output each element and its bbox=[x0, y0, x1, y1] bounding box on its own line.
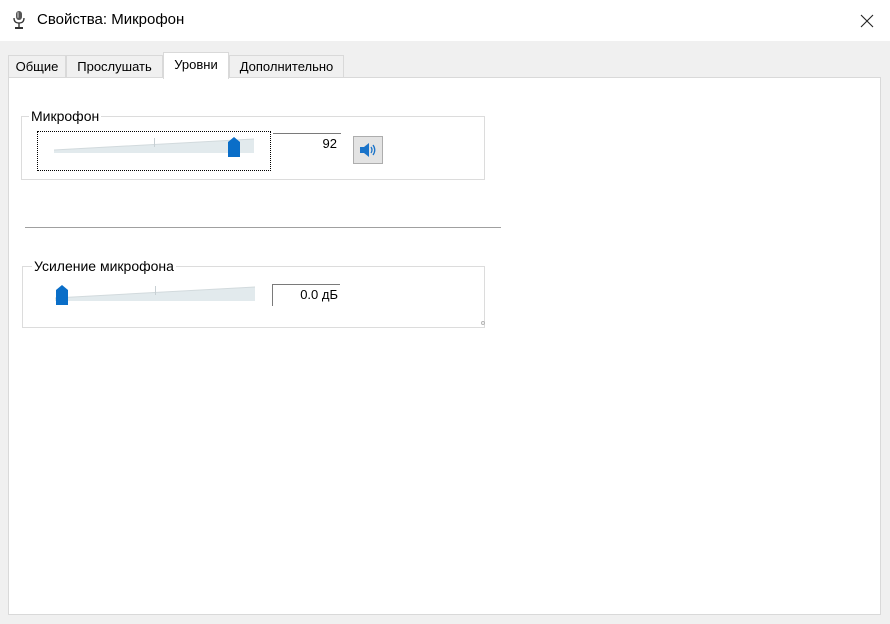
slider-thumb[interactable] bbox=[228, 137, 240, 157]
tab-levels[interactable]: Уровни bbox=[163, 52, 229, 79]
close-icon bbox=[860, 14, 874, 27]
microphone-volume-slider[interactable] bbox=[54, 135, 254, 159]
slider-thumb[interactable] bbox=[56, 285, 68, 305]
tab-label: Уровни bbox=[174, 57, 218, 72]
resize-grip bbox=[481, 321, 485, 325]
microphone-boost-text: 0.0 дБ bbox=[300, 287, 338, 302]
speaker-icon bbox=[360, 143, 376, 157]
slider-tick bbox=[154, 138, 155, 147]
microphone-group-label: Микрофон bbox=[29, 107, 102, 125]
tab-advanced[interactable]: Дополнительно bbox=[229, 55, 344, 77]
title-bar: Свойства: Микрофон bbox=[0, 0, 890, 41]
tab-label: Прослушать bbox=[77, 59, 152, 74]
microphone-group: Микрофон 92 bbox=[21, 107, 485, 180]
tab-general[interactable]: Общие bbox=[8, 55, 66, 77]
separator bbox=[25, 227, 501, 228]
tab-label: Общие bbox=[15, 59, 59, 74]
tab-listen[interactable]: Прослушать bbox=[66, 55, 163, 77]
window-title: Свойства: Микрофон bbox=[37, 11, 185, 28]
microphone-volume-text: 92 bbox=[322, 136, 337, 151]
boost-group: Усиление микрофона 0.0 дБ bbox=[22, 257, 485, 328]
levels-panel: Микрофон 92 Усиление микрофона 0.0 дБ bbox=[8, 77, 881, 615]
tab-label: Дополнительно bbox=[239, 59, 334, 74]
close-button[interactable] bbox=[844, 0, 890, 41]
microphone-icon bbox=[13, 11, 25, 29]
microphone-volume-value[interactable]: 92 bbox=[273, 133, 341, 155]
mute-button[interactable] bbox=[353, 136, 383, 164]
microphone-boost-slider[interactable] bbox=[55, 283, 255, 307]
slider-tick bbox=[155, 286, 156, 295]
boost-group-label: Усиление микрофона bbox=[32, 257, 176, 275]
microphone-boost-value[interactable]: 0.0 дБ bbox=[272, 284, 340, 306]
